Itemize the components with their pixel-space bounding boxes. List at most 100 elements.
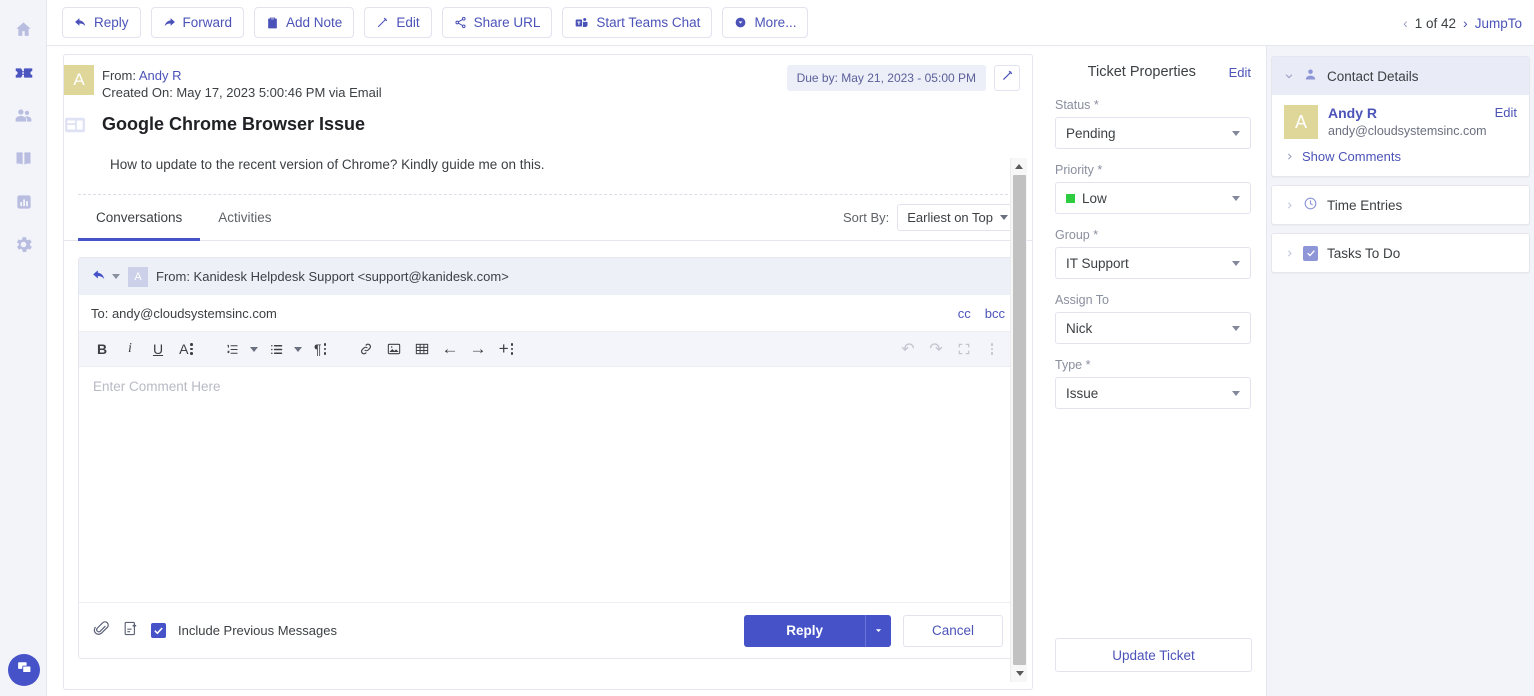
indent-icon[interactable]: → xyxy=(465,336,491,362)
font-style-icon[interactable]: A xyxy=(173,336,199,362)
priority-select[interactable]: Low xyxy=(1055,182,1251,214)
chevron-down-icon xyxy=(1232,130,1240,136)
outdent-icon[interactable]: ← xyxy=(437,336,463,362)
paragraph-icon[interactable]: ¶ xyxy=(307,336,333,362)
sidebar-item-home[interactable] xyxy=(0,8,47,51)
tab-activities[interactable]: Activities xyxy=(200,195,289,241)
tasks-to-do-header[interactable]: Tasks To Do xyxy=(1272,234,1529,272)
include-previous-messages-label: Include Previous Messages xyxy=(178,623,337,638)
group-select[interactable]: IT Support xyxy=(1055,247,1251,279)
fullscreen-icon[interactable] xyxy=(951,336,977,362)
scroll-down-icon[interactable] xyxy=(1011,665,1028,682)
content-scrollbar[interactable] xyxy=(1010,158,1027,682)
editor-overflow-icon[interactable] xyxy=(979,336,1005,362)
share-url-button[interactable]: Share URL xyxy=(441,7,553,38)
ticket-properties-edit-link[interactable]: Edit xyxy=(1229,65,1251,80)
scroll-up-icon[interactable] xyxy=(1011,158,1027,175)
ordered-list-icon[interactable] xyxy=(219,336,245,362)
show-comments-toggle[interactable]: Show Comments xyxy=(1284,149,1517,164)
prev-record-icon[interactable]: ‹ xyxy=(1403,15,1408,31)
scrollbar-thumb[interactable] xyxy=(1013,175,1026,665)
field-priority: Priority * Low xyxy=(1055,163,1251,214)
chat-icon xyxy=(16,659,33,681)
time-entries-title: Time Entries xyxy=(1327,197,1403,213)
contact-details-body: A Andy R Edit andy@cloudsystemsinc.com S… xyxy=(1272,95,1529,176)
assign-to-select[interactable]: Nick xyxy=(1055,312,1251,344)
underline-icon[interactable]: U xyxy=(145,336,171,362)
unordered-list-icon[interactable] xyxy=(263,336,289,362)
type-value: Issue xyxy=(1066,385,1099,401)
field-group-label-text: Group xyxy=(1055,228,1090,242)
start-teams-chat-button[interactable]: Start Teams Chat xyxy=(562,7,713,38)
font-style-glyph: A xyxy=(179,341,189,357)
due-date-group: Due by: May 21, 2023 - 05:00 PM xyxy=(786,65,1020,91)
unordered-list-options-icon[interactable] xyxy=(291,336,305,362)
jump-to-link[interactable]: JumpTo xyxy=(1475,16,1522,31)
composer-from-text: From: Kanidesk Helpdesk Support <support… xyxy=(156,269,509,284)
add-note-button[interactable]: Add Note xyxy=(254,7,355,38)
edit-button[interactable]: Edit xyxy=(364,7,432,38)
from-contact-link[interactable]: Andy R xyxy=(139,68,182,83)
sidebar-item-tickets[interactable] xyxy=(0,51,47,94)
sidebar-item-contacts[interactable] xyxy=(0,94,47,137)
reply-submit-group: Reply xyxy=(744,614,891,647)
add-note-button-label: Add Note xyxy=(286,14,343,30)
tab-bar: Conversations Activities Sort By: Earlie… xyxy=(64,195,1032,241)
edit-due-date-button[interactable] xyxy=(994,65,1020,91)
sidebar-item-settings[interactable] xyxy=(0,223,47,266)
forward-button[interactable]: Forward xyxy=(150,7,245,38)
note-icon xyxy=(266,16,279,30)
italic-icon[interactable]: i xyxy=(117,336,143,362)
paperclip-icon[interactable] xyxy=(93,620,110,642)
include-previous-messages-checkbox[interactable] xyxy=(151,623,166,638)
field-assign-to-label: Assign To xyxy=(1055,293,1109,307)
chevron-right-icon xyxy=(1284,152,1294,161)
status-select[interactable]: Pending xyxy=(1055,117,1251,149)
update-ticket-button[interactable]: Update Ticket xyxy=(1055,638,1252,672)
sort-by-select[interactable]: Earliest on Top xyxy=(897,204,1018,231)
type-select[interactable]: Issue xyxy=(1055,377,1251,409)
cc-link[interactable]: cc xyxy=(958,306,971,321)
chevron-down-icon xyxy=(1000,215,1008,220)
sidebar-item-reports[interactable] xyxy=(0,180,47,223)
contact-details-title: Contact Details xyxy=(1327,68,1419,84)
undo-icon[interactable]: ↶ xyxy=(895,336,921,362)
redo-icon[interactable]: ↷ xyxy=(923,336,949,362)
ordered-list-options-icon[interactable] xyxy=(247,336,261,362)
bcc-link[interactable]: bcc xyxy=(985,306,1005,321)
sidebar-item-knowledge-base[interactable] xyxy=(0,137,47,180)
composer-reply-mode-button[interactable] xyxy=(91,268,120,285)
avatar: A xyxy=(1284,105,1318,139)
time-entries-header[interactable]: Time Entries xyxy=(1272,186,1529,224)
more-button[interactable]: More... xyxy=(722,7,809,38)
reply-arrow-icon xyxy=(74,16,87,29)
contact-edit-link[interactable]: Edit xyxy=(1495,105,1517,120)
next-record-icon[interactable]: › xyxy=(1463,15,1468,31)
bold-icon[interactable]: B xyxy=(89,336,115,362)
contact-name-link[interactable]: Andy R xyxy=(1328,105,1377,121)
pencil-icon xyxy=(376,16,389,29)
insert-file-icon[interactable] xyxy=(122,620,139,642)
tab-conversations[interactable]: Conversations xyxy=(78,195,200,241)
chevron-down-icon xyxy=(1232,260,1240,266)
field-group: Group * IT Support xyxy=(1055,228,1251,279)
knowledge-base-icon xyxy=(13,148,34,169)
link-icon[interactable] xyxy=(353,336,379,362)
reply-submit-button[interactable]: Reply xyxy=(744,614,865,647)
cancel-button[interactable]: Cancel xyxy=(902,614,1003,647)
table-icon[interactable] xyxy=(409,336,435,362)
field-priority-label: Priority * xyxy=(1055,163,1103,177)
insert-more-icon[interactable]: + xyxy=(493,336,519,362)
comment-input[interactable]: Enter Comment Here xyxy=(79,367,1017,602)
priority-color-swatch xyxy=(1066,193,1075,203)
contact-details-header[interactable]: Contact Details xyxy=(1272,57,1529,95)
image-icon[interactable] xyxy=(381,336,407,362)
field-type: Type * Issue xyxy=(1055,358,1251,409)
ticket-detail-page: Reply Forward Add Note Edit Share URL St… xyxy=(0,0,1534,696)
chevron-down-icon xyxy=(1232,195,1240,201)
reply-options-button[interactable] xyxy=(864,614,891,647)
reply-composer: A From: Kanidesk Helpdesk Support <suppo… xyxy=(78,257,1018,659)
reply-button[interactable]: Reply xyxy=(62,7,141,38)
contact-email: andy@cloudsystemsinc.com xyxy=(1328,124,1487,138)
chat-widget-button[interactable] xyxy=(8,654,40,686)
